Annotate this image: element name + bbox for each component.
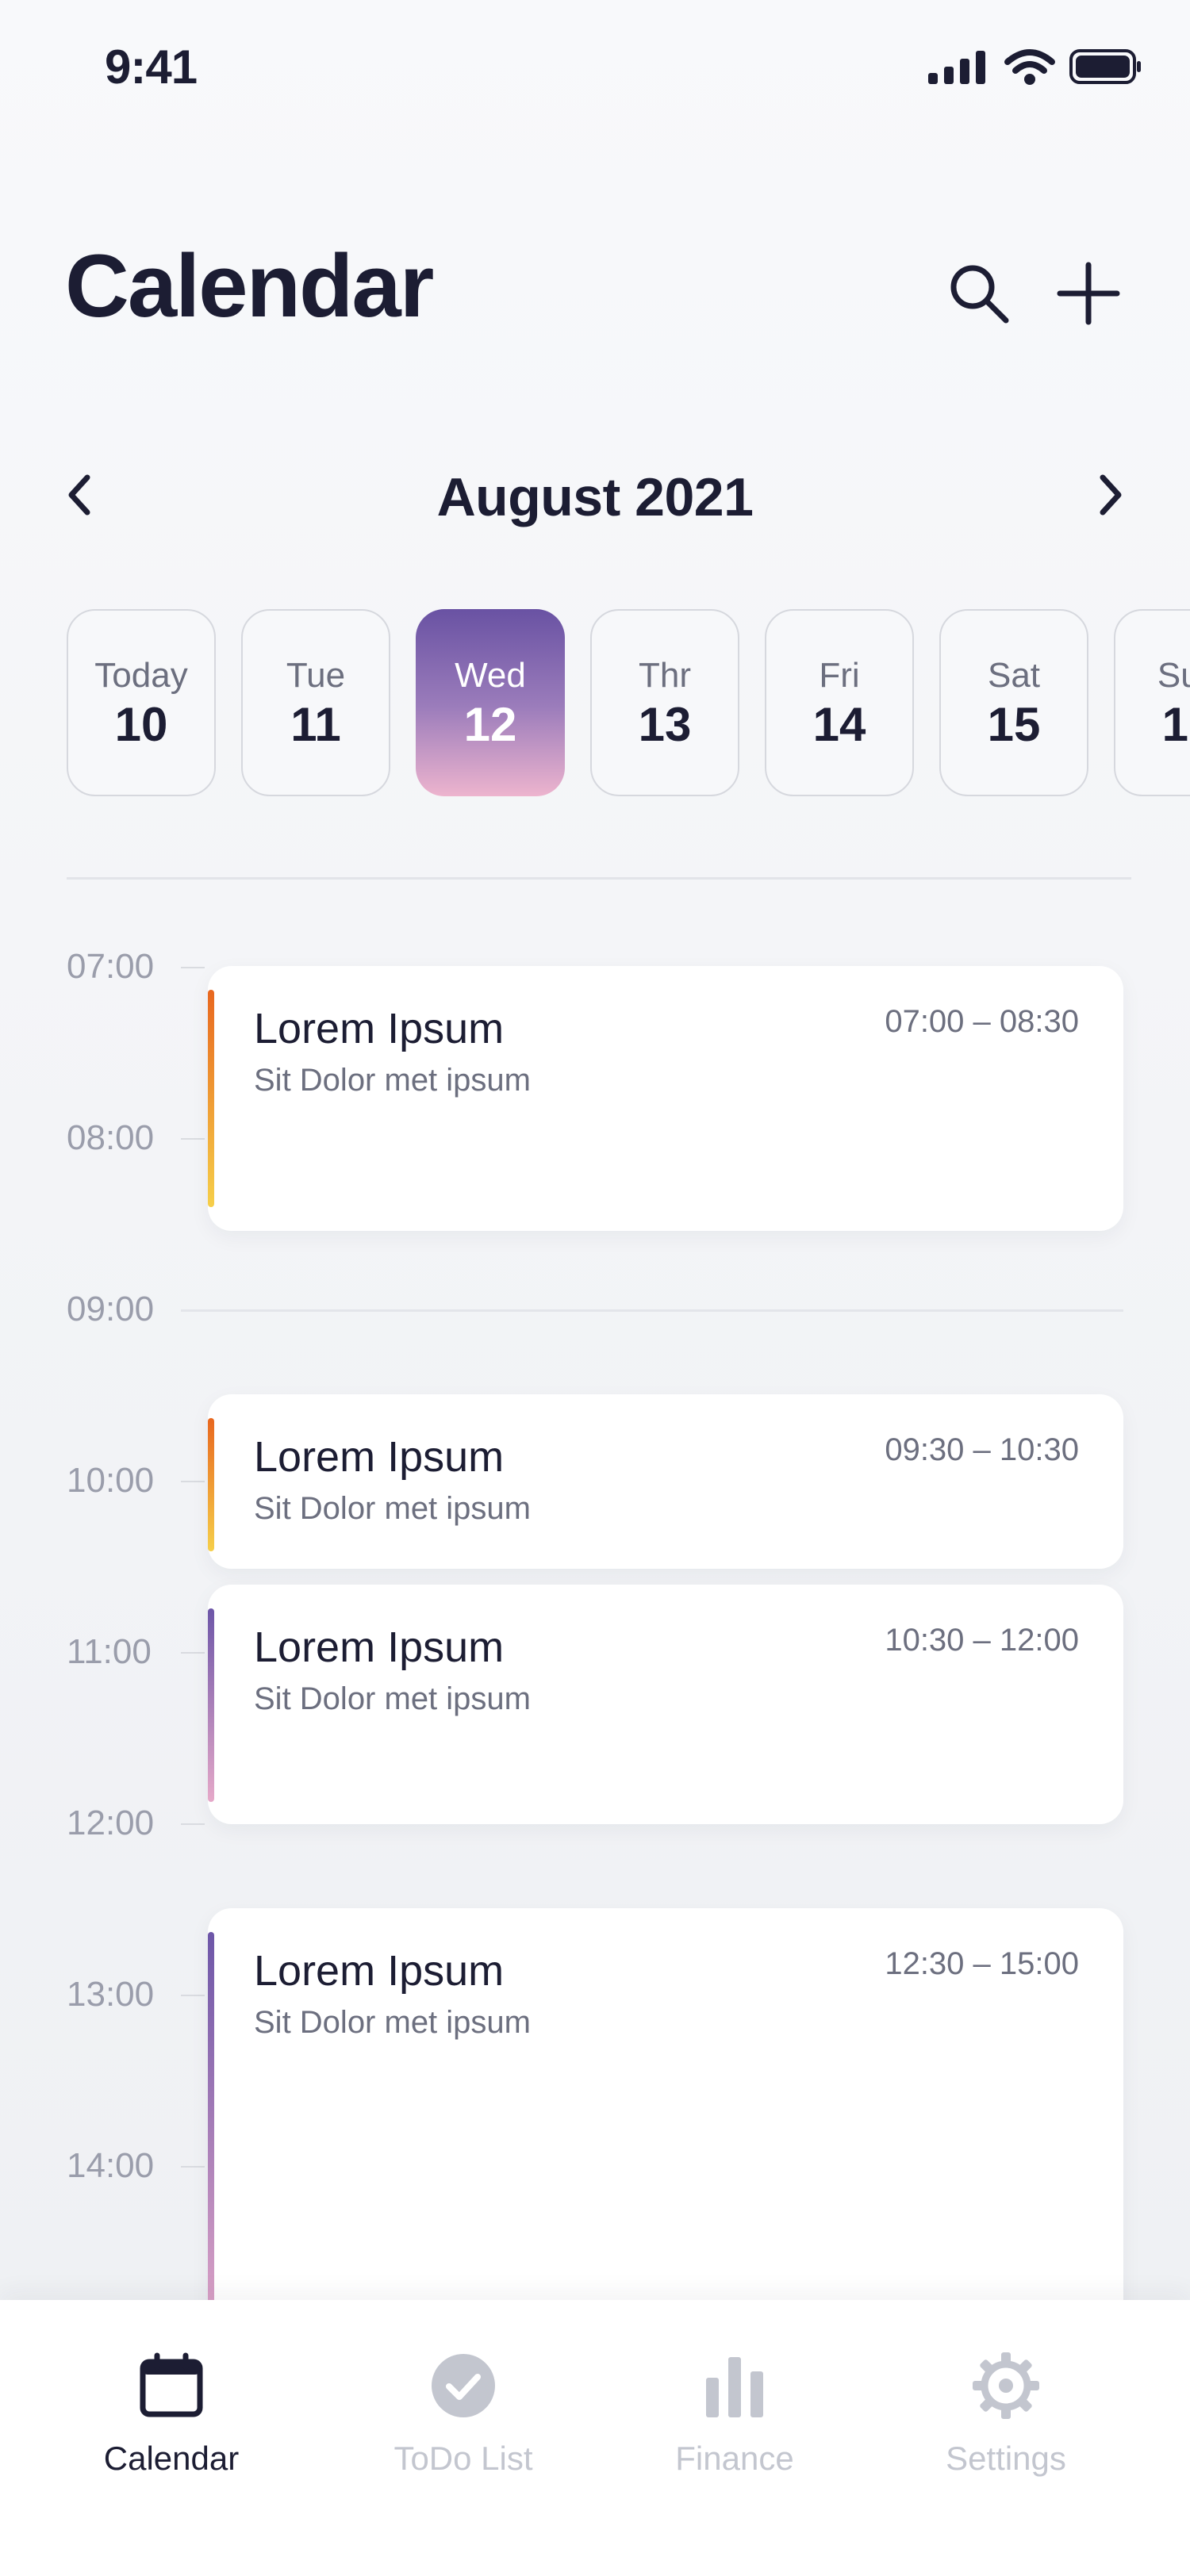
date-number: 16 bbox=[1161, 698, 1190, 752]
page-title: Calendar bbox=[65, 236, 434, 335]
status-icons bbox=[928, 49, 1142, 92]
gear-icon bbox=[968, 2348, 1044, 2424]
date-card-tue[interactable]: Tue 11 bbox=[241, 609, 390, 796]
signal-icon bbox=[928, 51, 985, 84]
tab-label: Calendar bbox=[103, 2440, 240, 2477]
date-number: 10 bbox=[114, 698, 168, 752]
next-month-button[interactable] bbox=[1077, 462, 1144, 528]
hour-tick bbox=[181, 2166, 205, 2168]
date-day-label: Sat bbox=[987, 655, 1041, 695]
month-label: August 2021 bbox=[436, 467, 754, 527]
event-time: 07:00 – 08:30 bbox=[885, 1004, 1079, 1039]
event-card[interactable]: Lorem Ipsum Sit Dolor met ipsum 12:30 – … bbox=[208, 1908, 1123, 2352]
hour-tick bbox=[181, 1823, 205, 1825]
event-subtitle: Sit Dolor met ipsum bbox=[254, 1681, 531, 1716]
date-day-label: Today bbox=[94, 655, 188, 695]
date-card-fri[interactable]: Fri 14 bbox=[765, 609, 914, 796]
plus-icon bbox=[1057, 262, 1120, 325]
event-time: 10:30 – 12:00 bbox=[885, 1623, 1079, 1658]
calendar-screen: 9:41 Calendar August 2021 Today 10 Tue 1… bbox=[0, 0, 1190, 2576]
date-card-sun[interactable]: Sun 16 bbox=[1114, 609, 1190, 796]
date-number: 15 bbox=[987, 698, 1041, 752]
hour-label: 07:00 bbox=[67, 947, 155, 986]
chevron-right-icon bbox=[1100, 474, 1122, 516]
event-card[interactable]: Lorem Ipsum Sit Dolor met ipsum 10:30 – … bbox=[208, 1585, 1123, 1824]
battery-icon bbox=[1069, 49, 1141, 84]
status-time: 9:41 bbox=[105, 40, 198, 94]
hour-line bbox=[181, 1309, 1123, 1312]
event-accent-bar bbox=[208, 1608, 214, 1802]
bottom-tab-bar: Calendar ToDo List Finance Settings bbox=[0, 2300, 1190, 2576]
hour-tick bbox=[181, 1652, 205, 1654]
date-card-today[interactable]: Today 10 bbox=[67, 609, 216, 796]
date-card-sat[interactable]: Sat 15 bbox=[939, 609, 1088, 796]
event-card[interactable]: Lorem Ipsum Sit Dolor met ipsum 09:30 – … bbox=[208, 1394, 1123, 1569]
date-number: 12 bbox=[463, 698, 517, 752]
event-subtitle: Sit Dolor met ipsum bbox=[254, 1063, 531, 1098]
event-subtitle: Sit Dolor met ipsum bbox=[254, 1491, 531, 1526]
date-day-label: Fri bbox=[819, 655, 860, 695]
event-accent-bar bbox=[208, 1418, 214, 1551]
hour-label: 12:00 bbox=[67, 1804, 155, 1842]
event-time: 09:30 – 10:30 bbox=[885, 1432, 1079, 1467]
tab-label: Settings bbox=[946, 2440, 1066, 2477]
event-time: 12:30 – 15:00 bbox=[885, 1946, 1079, 1981]
event-card[interactable]: Lorem Ipsum Sit Dolor met ipsum 07:00 – … bbox=[208, 966, 1123, 1231]
event-title: Lorem Ipsum bbox=[254, 1947, 505, 1995]
date-day-label: Thr bbox=[639, 655, 691, 695]
event-accent-bar bbox=[208, 1932, 214, 2352]
hour-tick bbox=[181, 1481, 205, 1482]
search-button[interactable] bbox=[941, 255, 1017, 332]
date-strip: Today 10 Tue 11 Wed 12 Thr 13 Fri 14 Sat… bbox=[67, 609, 1190, 796]
event-title: Lorem Ipsum bbox=[254, 1005, 505, 1052]
calendar-icon bbox=[133, 2348, 209, 2424]
check-circle-icon bbox=[425, 2348, 501, 2424]
tab-todo-list[interactable]: ToDo List bbox=[344, 2348, 582, 2506]
event-title: Lorem Ipsum bbox=[254, 1433, 505, 1481]
hour-tick bbox=[181, 1995, 205, 1996]
hour-label: 08:00 bbox=[67, 1118, 155, 1157]
hour-label: 10:00 bbox=[67, 1461, 155, 1500]
hour-label: 11:00 bbox=[67, 1632, 152, 1671]
hour-tick bbox=[181, 1138, 205, 1140]
add-event-button[interactable] bbox=[1050, 255, 1127, 332]
date-card-thr[interactable]: Thr 13 bbox=[590, 609, 739, 796]
event-subtitle: Sit Dolor met ipsum bbox=[254, 2005, 531, 2040]
tab-settings[interactable]: Settings bbox=[887, 2348, 1125, 2506]
divider bbox=[67, 877, 1131, 880]
tab-label: Finance bbox=[675, 2440, 794, 2477]
search-icon bbox=[950, 265, 1009, 324]
hour-label: 13:00 bbox=[67, 1975, 155, 2014]
tab-label: ToDo List bbox=[393, 2440, 533, 2477]
date-number: 11 bbox=[290, 698, 341, 752]
date-number: 14 bbox=[812, 698, 866, 752]
event-accent-bar bbox=[208, 990, 214, 1207]
bar-chart-icon bbox=[697, 2348, 773, 2424]
date-number: 13 bbox=[638, 698, 692, 752]
wifi-icon bbox=[1004, 49, 1055, 85]
date-day-label: Sun bbox=[1157, 655, 1190, 695]
date-card-wed-selected[interactable]: Wed 12 bbox=[416, 609, 565, 796]
tab-calendar[interactable]: Calendar bbox=[52, 2348, 290, 2506]
hour-label: 14:00 bbox=[67, 2146, 155, 2185]
date-day-label: Wed bbox=[455, 655, 526, 695]
hour-label: 09:00 bbox=[67, 1290, 155, 1328]
date-day-label: Tue bbox=[286, 655, 346, 695]
hour-tick bbox=[181, 967, 205, 968]
tab-finance[interactable]: Finance bbox=[616, 2348, 854, 2506]
event-title: Lorem Ipsum bbox=[254, 1623, 505, 1671]
